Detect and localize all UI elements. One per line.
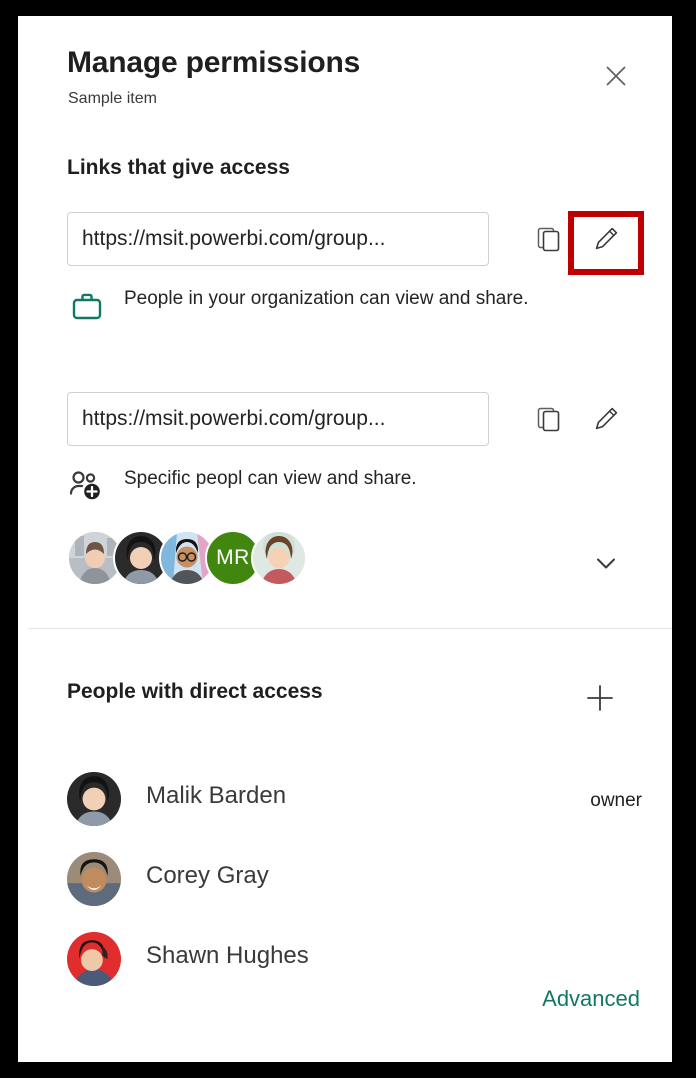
copy-icon [534, 405, 562, 433]
link-url-text: https://msit.powerbi.com/group... [82, 407, 386, 430]
list-item[interactable]: Corey Gray [18, 840, 672, 920]
close-button[interactable] [596, 56, 636, 96]
people-add-icon [67, 466, 107, 506]
link-url-text: https://msit.powerbi.com/group... [82, 227, 386, 250]
avatar-initials-text: MR [216, 546, 250, 569]
links-section-heading: Links that give access [67, 156, 290, 179]
copy-link-button[interactable] [526, 397, 570, 441]
direct-access-people-list: Malik Barden owner Corey Gray Shawn Hugh… [18, 760, 672, 1000]
manage-permissions-panel: Manage permissions Sample item Links tha… [18, 16, 672, 1062]
edit-link-button[interactable] [584, 397, 628, 441]
link-access-text: Specific peopl can view and share. [124, 468, 417, 489]
screenshot-frame: Manage permissions Sample item Links tha… [0, 0, 696, 1078]
edit-link-button[interactable] [584, 217, 628, 261]
section-divider [28, 628, 672, 629]
link-url-field[interactable]: https://msit.powerbi.com/group... [67, 212, 489, 266]
avatar [67, 772, 121, 826]
page-title: Manage permissions [67, 46, 361, 79]
shared-with-avatar-stack[interactable]: MR [67, 528, 307, 588]
briefcase-icon [67, 286, 107, 326]
item-subtitle: Sample item [68, 90, 157, 107]
close-icon [603, 63, 629, 89]
chevron-down-icon [591, 548, 621, 578]
list-item[interactable]: Malik Barden owner [18, 760, 672, 840]
link-url-field[interactable]: https://msit.powerbi.com/group... [67, 392, 489, 446]
plus-icon [584, 682, 616, 714]
direct-access-heading: People with direct access [67, 680, 323, 703]
pencil-icon [591, 404, 621, 434]
avatar [67, 932, 121, 986]
advanced-link[interactable]: Advanced [542, 986, 640, 1012]
copy-link-button[interactable] [526, 217, 570, 261]
person-name: Corey Gray [146, 862, 269, 889]
person-name: Malik Barden [146, 782, 287, 809]
avatar [67, 852, 121, 906]
person-name: Shawn Hughes [146, 942, 309, 969]
expand-people-button[interactable] [584, 541, 628, 585]
copy-icon [534, 225, 562, 253]
pencil-icon [591, 224, 621, 254]
person-role: owner [590, 790, 642, 811]
add-people-button[interactable] [576, 674, 624, 722]
avatar[interactable] [251, 530, 307, 586]
link-access-text: People in your organization can view and… [124, 288, 529, 309]
